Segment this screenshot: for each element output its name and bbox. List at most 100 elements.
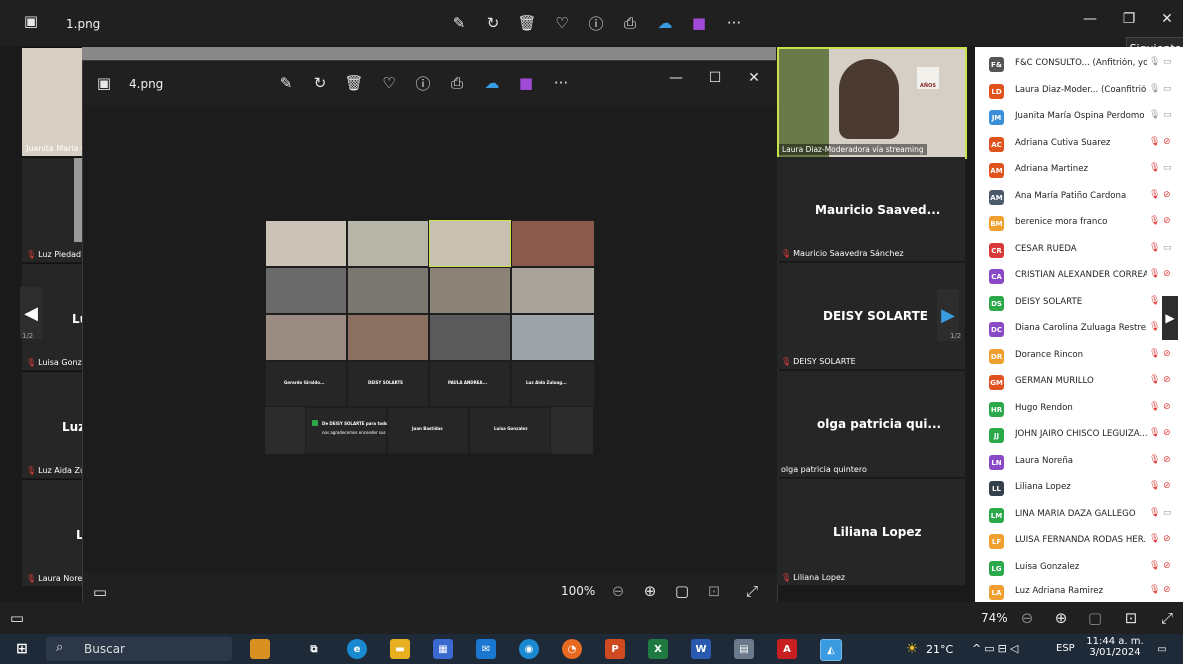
mic-icon[interactable]: 🎙 — [1149, 57, 1160, 67]
weather-icon[interactable]: ☀ — [902, 639, 922, 659]
language-indicator[interactable]: ESP — [1056, 643, 1075, 654]
mic-icon[interactable]: 🎙 — [1149, 190, 1160, 200]
excel-icon[interactable]: X — [648, 639, 668, 659]
participant-row[interactable]: JM Juanita María Ospina Perdomo 🎙 ▭ — [975, 104, 1183, 130]
participant-row[interactable]: LF LUISA FERNANDA RODAS HER... 🎙 ⊘ — [975, 528, 1183, 554]
mic-icon[interactable]: 🎙 — [1149, 428, 1160, 438]
camera-icon[interactable]: ⊘ — [1163, 561, 1171, 571]
mic-icon[interactable]: 🎙 — [1149, 349, 1160, 359]
participant-row[interactable]: BM berenice mora franco 🎙 ⊘ — [975, 210, 1183, 236]
maximize-button[interactable]: ☐ — [700, 67, 730, 89]
info-icon[interactable]: ⓘ — [412, 72, 434, 94]
clock[interactable]: 11:44 a. m. 3/01/2024 — [1086, 636, 1144, 658]
participant-row[interactable]: JJ JOHN JAIRO CHISCO LEGUIZA... 🎙 ⊘ — [975, 422, 1183, 448]
participant-row[interactable]: LN Laura Noreña 🎙 ⊘ — [975, 449, 1183, 475]
mic-icon[interactable]: 🎙 — [1149, 402, 1160, 412]
participant-row[interactable]: LG Luisa Gonzalez 🎙 ⊘ — [975, 555, 1183, 581]
mic-icon[interactable]: 🎙 — [1149, 455, 1160, 465]
mail-icon[interactable]: ✉ — [476, 639, 496, 659]
camera-icon[interactable]: ⊘ — [1163, 455, 1171, 465]
camera-icon[interactable]: ▭ — [1163, 243, 1172, 253]
mic-icon[interactable]: 🎙 — [1149, 561, 1160, 571]
favorite-icon[interactable]: ♡ — [551, 12, 573, 34]
participant-row[interactable]: LD Laura Diaz-Moder... (Coanfitrión) 🎙 ▭ — [975, 78, 1183, 104]
close-button[interactable]: ✕ — [739, 67, 769, 89]
camera-icon[interactable]: ▭ — [1163, 508, 1172, 518]
actual-size-icon[interactable]: ⊡ — [1120, 607, 1142, 629]
file-explorer-icon[interactable]: ▬ — [390, 639, 410, 659]
camera-icon[interactable]: ▭ — [1163, 110, 1172, 120]
camera-icon[interactable]: ⊘ — [1163, 585, 1171, 595]
notifications-icon[interactable]: ▭ — [1152, 639, 1172, 659]
next-image-button[interactable]: ▶ — [1162, 296, 1178, 340]
participant-row[interactable]: DCDiana Carolina Zuluaga Restre...🎙⊘ — [975, 316, 1183, 342]
minimize-button[interactable]: — — [661, 67, 691, 89]
print-icon[interactable]: ⎙ — [619, 12, 641, 34]
zoom-out-icon[interactable]: ⊖ — [607, 580, 629, 602]
zoom-in-icon[interactable]: ⊕ — [639, 580, 661, 602]
firefox-icon[interactable]: ◔ — [562, 639, 582, 659]
cloud-off-icon[interactable]: ☁ — [654, 12, 676, 34]
store-icon[interactable]: ▦ — [433, 639, 453, 659]
minimize-button[interactable]: — — [1075, 8, 1105, 30]
actual-size-icon[interactable]: ⊡ — [703, 580, 725, 602]
search-box[interactable]: ⌕ Buscar — [46, 637, 232, 661]
fit-icon[interactable]: ▢ — [671, 580, 693, 602]
participant-row[interactable]: DR Dorance Rincon 🎙 ⊘ — [975, 343, 1183, 369]
participant-row[interactable]: CA CRISTIAN ALEXANDER CORREA... 🎙 ⊘ — [975, 263, 1183, 289]
edit-icon[interactable]: ✎ — [448, 12, 470, 34]
participant-row[interactable]: LM LINA MARIA DAZA GALLEGO 🎙 ▭ — [975, 502, 1183, 528]
mic-icon[interactable]: 🎙 — [1149, 508, 1160, 518]
clipchamp-icon[interactable]: ■ — [688, 12, 710, 34]
camera-icon[interactable]: ⊘ — [1163, 190, 1171, 200]
image-viewer-icon[interactable]: ▤ — [734, 639, 754, 659]
fullscreen-icon[interactable]: ⤢ — [1156, 607, 1178, 629]
system-tray-icons[interactable]: ^▭⊟◁ — [972, 642, 1021, 655]
print-icon[interactable]: ⎙ — [446, 72, 468, 94]
mic-icon[interactable]: 🎙 — [1149, 375, 1160, 385]
camera-icon[interactable]: ⊘ — [1163, 269, 1171, 279]
zoom-out-icon[interactable]: ⊖ — [1016, 607, 1038, 629]
info-icon[interactable]: ⓘ — [585, 12, 607, 34]
camera-icon[interactable]: ▭ — [1163, 84, 1172, 94]
zoom-in-icon[interactable]: ⊕ — [1050, 607, 1072, 629]
mic-icon[interactable]: 🎙 — [1149, 322, 1160, 332]
mic-icon[interactable]: 🎙 — [1149, 110, 1160, 120]
camera-icon[interactable]: ⊘ — [1163, 349, 1171, 359]
edge-icon[interactable]: e — [347, 639, 367, 659]
participant-row[interactable]: LL Liliana Lopez 🎙 ⊘ — [975, 475, 1183, 501]
camera-icon[interactable]: ▭ — [1163, 163, 1172, 173]
word-icon[interactable]: W — [691, 639, 711, 659]
mic-icon[interactable]: 🎙 — [1149, 137, 1160, 147]
participant-row[interactable]: AM Ana María Patiño Cardona 🎙 ⊘ — [975, 184, 1183, 210]
briefcase-icon[interactable] — [250, 639, 270, 659]
favorite-icon[interactable]: ♡ — [378, 72, 400, 94]
powerpoint-icon[interactable]: P — [605, 639, 625, 659]
mic-icon[interactable]: 🎙 — [1149, 243, 1160, 253]
participant-row[interactable]: GM GERMAN MURILLO 🎙 ⊘ — [975, 369, 1183, 395]
participant-row[interactable]: F& F&C CONSULTO... (Anfitrión, yo) 🎙 ▭ — [975, 51, 1183, 77]
mic-icon[interactable]: 🎙 — [1149, 534, 1160, 544]
mic-icon[interactable]: 🎙 — [1149, 585, 1160, 595]
camera-icon[interactable]: ⊘ — [1163, 375, 1171, 385]
rotate-icon[interactable]: ↻ — [482, 12, 504, 34]
windows-start-icon[interactable]: ⊞ — [12, 639, 32, 659]
camera-icon[interactable]: ⊘ — [1163, 534, 1171, 544]
camera-icon[interactable]: ⊘ — [1163, 481, 1171, 491]
fullscreen-icon[interactable]: ⤢ — [741, 580, 763, 602]
camera-icon[interactable]: ⊘ — [1163, 428, 1171, 438]
fit-icon[interactable]: ▢ — [1084, 607, 1106, 629]
clipchamp-icon[interactable]: ■ — [515, 72, 537, 94]
delete-icon[interactable]: 🗑 — [343, 72, 365, 94]
participant-row[interactable]: HR Hugo Rendon 🎙 ⊘ — [975, 396, 1183, 422]
filmstrip-icon[interactable]: ▭ — [89, 581, 111, 603]
camera-icon[interactable]: ⊘ — [1163, 216, 1171, 226]
mic-icon[interactable]: 🎙 — [1149, 296, 1160, 306]
mic-icon[interactable]: 🎙 — [1149, 163, 1160, 173]
participant-row[interactable]: AM Adriana Martinez 🎙 ▭ — [975, 157, 1183, 183]
acrobat-icon[interactable]: A — [777, 639, 797, 659]
more-icon[interactable]: ··· — [550, 72, 572, 94]
camera-icon[interactable]: ⊘ — [1163, 402, 1171, 412]
mic-icon[interactable]: 🎙 — [1149, 84, 1160, 94]
delete-icon[interactable]: 🗑 — [516, 12, 538, 34]
